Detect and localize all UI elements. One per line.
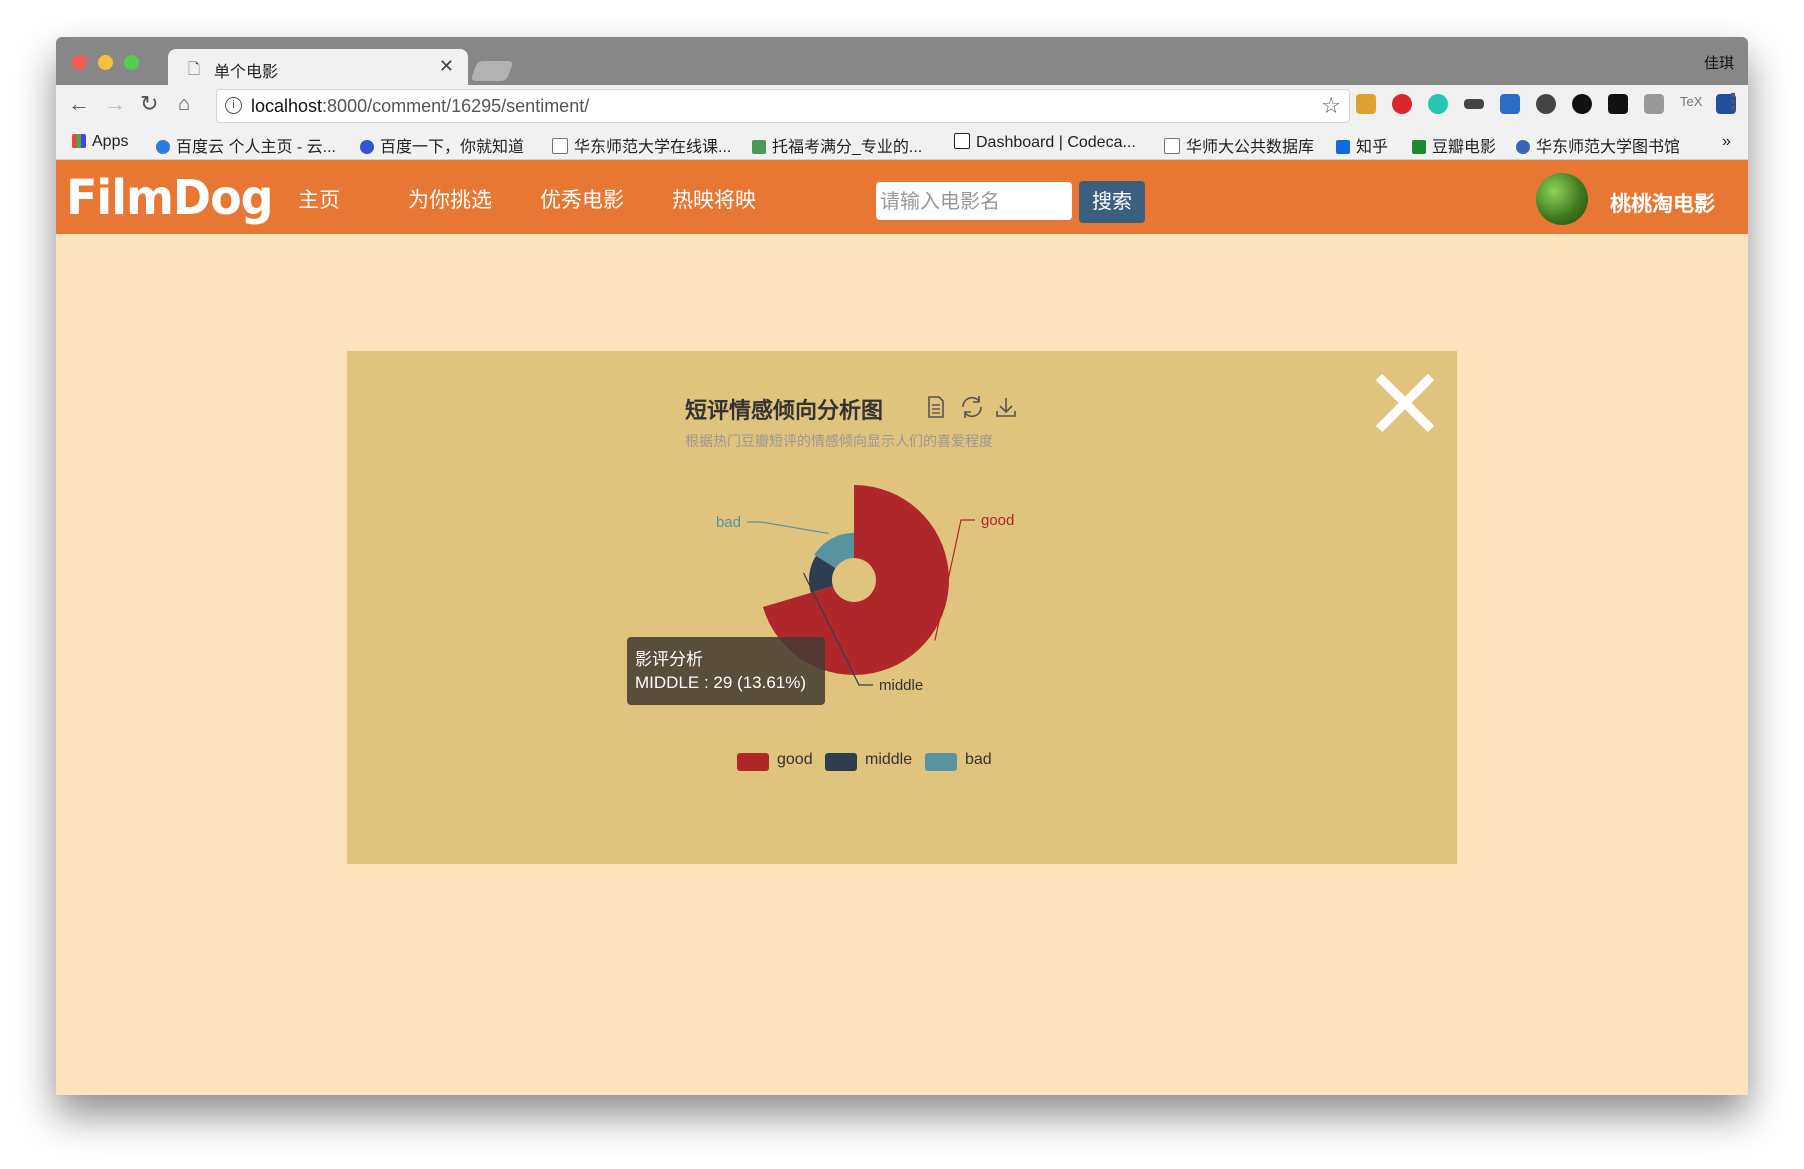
- douban-icon: [1412, 140, 1426, 154]
- window-maximize-button[interactable]: [124, 55, 139, 70]
- legend-label: middle: [865, 751, 913, 768]
- bookmark-item[interactable]: 豆瓣电影: [1412, 133, 1496, 157]
- chart-tooltip: 影评分析 MIDDLE : 29 (13.61%): [627, 637, 825, 705]
- nav-home[interactable]: 主页: [298, 184, 340, 214]
- menu-icon[interactable]: ⋮: [1722, 89, 1744, 115]
- home-icon[interactable]: ⌂: [178, 91, 190, 117]
- search-button[interactable]: 搜索: [1079, 181, 1145, 223]
- extension-icon[interactable]: [1572, 94, 1592, 114]
- page-icon: [1164, 138, 1180, 154]
- window-minimize-button[interactable]: [98, 55, 113, 70]
- back-icon[interactable]: ←: [68, 91, 90, 117]
- legend-swatch: [925, 753, 957, 771]
- extension-icon[interactable]: TeX: [1680, 94, 1702, 114]
- site-header: FilmDog 主页 为你挑选 优秀电影 热映将映 搜索 桃桃淘电影: [56, 160, 1748, 234]
- title-bar: 🗋 单个电影 ✕ 佳琪: [56, 37, 1748, 85]
- extension-icon[interactable]: [1500, 94, 1520, 114]
- bookmark-item[interactable]: 百度云 个人主页 - 云...: [156, 133, 336, 157]
- bookmark-favicon: [156, 140, 170, 154]
- legend-label: good: [777, 751, 813, 768]
- browser-window: 🗋 单个电影 ✕ 佳琪 ← → ↻ ⌂ i localhost:8000/com…: [56, 37, 1748, 1095]
- bookmark-item[interactable]: Apps: [72, 133, 128, 151]
- apps-icon: [72, 134, 86, 148]
- bookmark-favicon: [954, 133, 970, 149]
- bookmark-item[interactable]: 华东师范大学图书馆: [1516, 133, 1680, 157]
- avatar[interactable]: [1536, 173, 1588, 225]
- forward-icon[interactable]: →: [104, 91, 126, 117]
- legend-label: bad: [965, 751, 992, 768]
- slice-label-middle: middle: [879, 677, 923, 694]
- extension-icon[interactable]: [1536, 94, 1556, 114]
- bookmark-item[interactable]: Dashboard | Codeca...: [954, 133, 1136, 152]
- user-name[interactable]: 桃桃淘电影: [1610, 188, 1715, 218]
- bookmark-item[interactable]: 百度一下，你就知道: [360, 133, 524, 157]
- bookmark-item[interactable]: 托福考满分_专业的...: [752, 133, 922, 157]
- bookmark-item[interactable]: 知乎: [1336, 133, 1388, 157]
- browser-toolbar: ← → ↻ ⌂ i localhost:8000/comment/16295/s…: [56, 85, 1748, 125]
- window-close-button[interactable]: [72, 55, 87, 70]
- page-icon: 🗋: [188, 61, 201, 78]
- site-logo[interactable]: FilmDog: [66, 169, 274, 226]
- extension-icon[interactable]: [1644, 94, 1664, 114]
- zhihu-icon: [1336, 140, 1350, 154]
- legend-swatch: [825, 753, 857, 771]
- slice-label-bad: bad: [716, 514, 741, 531]
- tab-title: 单个电影: [214, 64, 279, 81]
- search-input[interactable]: [876, 182, 1072, 220]
- bookmark-favicon: [1516, 140, 1530, 154]
- slice-label-good: good: [981, 512, 1014, 529]
- nav-now-showing[interactable]: 热映将映: [672, 184, 756, 214]
- profile-name[interactable]: 佳琪: [1704, 52, 1734, 73]
- chart-panel: 短评情感倾向分析图 根据热门豆瓣短评的情感倾向显示人们的喜爱程度 good mid…: [347, 351, 1457, 864]
- tab-close-icon[interactable]: ✕: [439, 56, 454, 77]
- info-icon[interactable]: i: [225, 97, 242, 114]
- bookmark-item[interactable]: 华东师范大学在线课...: [552, 133, 731, 157]
- page-icon: [552, 138, 568, 154]
- nav-picks[interactable]: 为你挑选: [408, 184, 492, 214]
- legend-swatch: [737, 753, 769, 771]
- bookmark-item[interactable]: 华师大公共数据库: [1164, 133, 1314, 157]
- nav-top-movies[interactable]: 优秀电影: [540, 184, 624, 214]
- reload-icon[interactable]: ↻: [140, 91, 158, 117]
- extension-icon[interactable]: [1356, 94, 1376, 114]
- extension-icon[interactable]: [1392, 94, 1412, 114]
- url-text[interactable]: localhost:8000/comment/16295/sentiment/: [251, 96, 589, 117]
- sentiment-rose-chart[interactable]: good middle bad: [347, 351, 1457, 864]
- new-tab-button[interactable]: [470, 61, 514, 81]
- bookmarks-bar: Apps 百度云 个人主页 - 云... 百度一下，你就知道 华东师范大学在线课…: [56, 125, 1748, 160]
- address-bar[interactable]: i localhost:8000/comment/16295/sentiment…: [216, 89, 1350, 123]
- bookmark-favicon: [360, 140, 374, 154]
- bookmark-star-icon[interactable]: ☆: [1321, 93, 1341, 119]
- tooltip-title: 影评分析: [635, 650, 703, 669]
- tooltip-text: MIDDLE : 29 (13.61%): [635, 673, 807, 692]
- extension-icon[interactable]: [1464, 99, 1484, 109]
- browser-tab[interactable]: 🗋 单个电影 ✕: [168, 49, 468, 85]
- bookmark-favicon: [752, 140, 766, 154]
- extension-icon[interactable]: [1608, 94, 1628, 114]
- bookmarks-more-icon[interactable]: »: [1722, 133, 1731, 151]
- extension-icon[interactable]: [1428, 94, 1448, 114]
- label-line-bad: [747, 521, 829, 535]
